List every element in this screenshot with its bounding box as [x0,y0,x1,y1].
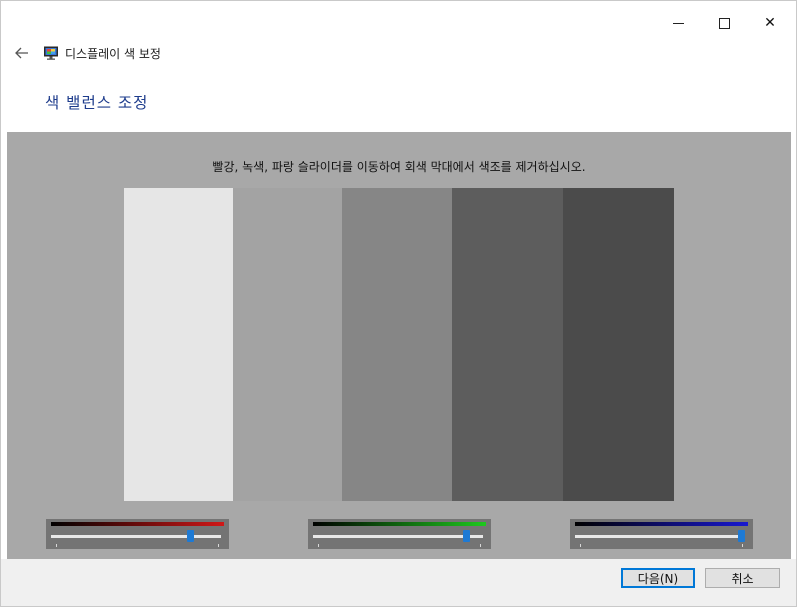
minimize-button[interactable] [655,1,701,45]
blue-slider[interactable] [570,519,753,549]
blue-gradient [575,522,748,526]
slider-tick [742,544,743,547]
window-title: 디스플레이 색 보정 [65,47,161,61]
red-gradient [51,522,224,526]
close-button[interactable]: ✕ [747,1,793,45]
gray-bar [342,188,452,501]
gray-bar [233,188,342,501]
close-icon: ✕ [764,15,776,31]
back-arrow-icon [15,47,28,59]
cancel-button[interactable]: 취소 [705,568,780,588]
green-slider[interactable] [308,519,491,549]
instruction-text: 빨강, 녹색, 파랑 슬라이더를 이동하여 회색 막대에서 색조를 제거하십시오… [212,160,586,174]
gray-bar [563,188,674,501]
red-slider[interactable] [46,519,229,549]
page-heading: 색 밸런스 조정 [45,94,149,112]
slider-tick [218,544,219,547]
slider-tick [318,544,319,547]
green-gradient [313,522,486,526]
slider-thumb[interactable] [462,530,470,542]
maximize-button[interactable] [701,1,747,45]
calibration-window: ✕ 디스플레이 색 보정 색 밸런스 조정 빨강, 녹색, 파랑 슬라이더를 이… [0,0,797,607]
next-button[interactable]: 다음(N) [621,568,695,588]
slider-track[interactable] [51,535,221,538]
monitor-icon [44,46,58,60]
slider-tick [480,544,481,547]
gray-bar [124,188,233,501]
footer: 다음(N) 취소 [1,559,796,606]
calibration-area: 빨강, 녹색, 파랑 슬라이더를 이동하여 회색 막대에서 색조를 제거하십시오… [7,132,791,559]
slider-thumb[interactable] [186,530,194,542]
minimize-icon [672,22,684,24]
slider-track[interactable] [313,535,483,538]
slider-tick [580,544,581,547]
slider-track[interactable] [575,535,745,538]
maximize-icon [718,17,730,29]
gray-bar [452,188,563,501]
gray-bars [124,188,674,501]
slider-thumb[interactable] [738,530,746,542]
slider-tick [56,544,57,547]
back-button[interactable] [11,42,33,64]
